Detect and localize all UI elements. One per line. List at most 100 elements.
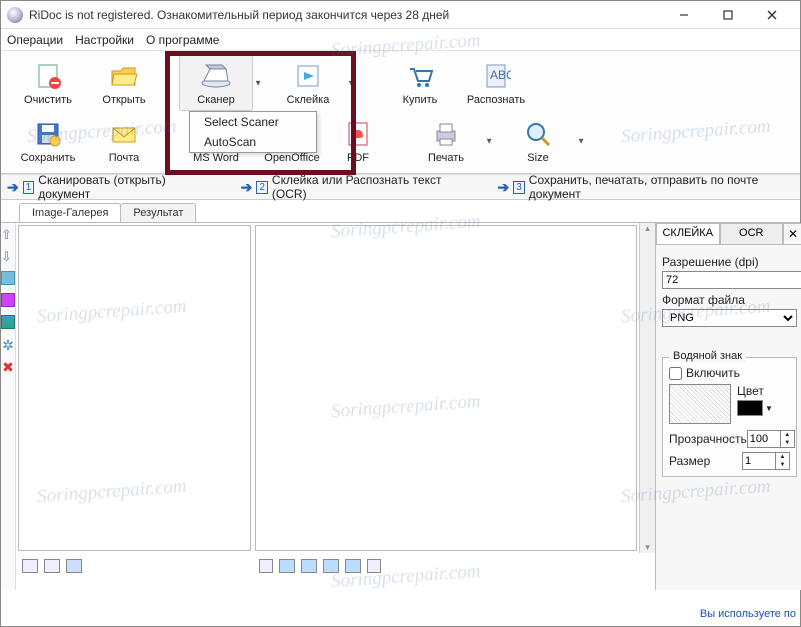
- nav-icon[interactable]: [345, 559, 361, 573]
- opacity-input[interactable]: [747, 430, 781, 448]
- close-button[interactable]: [750, 1, 794, 28]
- print-icon: [430, 118, 462, 150]
- watermark-pattern-preview[interactable]: [669, 384, 731, 424]
- close-pane-button[interactable]: ✕: [783, 223, 801, 244]
- magnifier-icon: [522, 118, 554, 150]
- cart-icon: [404, 60, 436, 92]
- pdf-label: PDF: [347, 152, 369, 164]
- format-select[interactable]: PNG: [662, 309, 797, 327]
- save-button[interactable]: Сохранить: [11, 113, 85, 169]
- nav-icon[interactable]: [279, 559, 295, 573]
- mail-icon: [108, 118, 140, 150]
- watermark-enable-checkbox[interactable]: [669, 367, 682, 380]
- right-pane: СКЛЕЙКА OCR ✕ Разрешение (dpi) … Формат …: [655, 223, 801, 590]
- chevron-down-icon[interactable]: ▼: [765, 404, 773, 413]
- save-label: Сохранить: [21, 152, 76, 164]
- clear-button[interactable]: Очистить: [11, 55, 85, 111]
- thumb-view-icon[interactable]: [66, 559, 82, 573]
- clear-label: Очистить: [24, 94, 72, 106]
- tool-icon[interactable]: [1, 315, 15, 329]
- stitch-button[interactable]: Склейка ▼: [271, 55, 345, 111]
- print-label: Печать: [428, 152, 464, 164]
- tool-icon[interactable]: [1, 293, 15, 307]
- opacity-spinner[interactable]: ▲▼: [781, 430, 795, 448]
- chevron-down-icon[interactable]: ▼: [163, 137, 171, 146]
- scanner-button[interactable]: Сканер ▼: [179, 55, 253, 111]
- open-button[interactable]: Открыть ▼: [87, 55, 161, 111]
- thumb-view-icon[interactable]: [44, 559, 60, 573]
- step-2-label: Склейка или Распознать текст (OCR): [272, 173, 465, 201]
- chevron-down-icon[interactable]: ▼: [485, 137, 493, 146]
- watermark-enable-label: Включить: [686, 366, 740, 380]
- arrow-right-icon: ➔: [241, 179, 253, 196]
- tab-gallery[interactable]: Image-Галерея: [19, 203, 121, 222]
- tab-result[interactable]: Результат: [120, 203, 196, 222]
- print-button[interactable]: Печать ▼: [409, 113, 483, 169]
- titlebar: RiDoc is not registered. Ознакомительный…: [1, 1, 800, 29]
- step-1: ➔ 1 Сканировать (открыть) документ: [7, 173, 208, 201]
- arrow-right-icon: ➔: [498, 179, 510, 196]
- menu-item-select-scanner[interactable]: Select Scaner: [190, 112, 316, 132]
- resolution-input[interactable]: [662, 271, 801, 289]
- gallery-panel[interactable]: [18, 225, 251, 551]
- window-title: RiDoc is not registered. Ознакомительный…: [29, 8, 662, 22]
- tool-icon[interactable]: [1, 271, 15, 285]
- preview-panel[interactable]: [255, 225, 637, 551]
- wm-size-label: Размер: [669, 454, 710, 468]
- main-tabs: Image-Галерея Результат: [1, 200, 800, 222]
- scrollbar[interactable]: ▴▾: [639, 223, 655, 553]
- toolbar: Очистить Открыть ▼ Сканер ▼ Склейка ▼ Ку…: [1, 51, 800, 174]
- size-button[interactable]: Size ▼: [501, 113, 575, 169]
- pdf-icon: [342, 118, 374, 150]
- opacity-label: Прозрачность: [669, 432, 747, 446]
- chevron-down-icon[interactable]: ▼: [347, 79, 355, 88]
- color-swatch[interactable]: [737, 400, 763, 416]
- scanner-label: Сканер: [197, 94, 234, 106]
- menu-about[interactable]: О программе: [146, 33, 219, 47]
- tab-ocr-settings[interactable]: OCR: [720, 223, 784, 244]
- nav-icon[interactable]: [259, 559, 273, 573]
- workarea: ⇧ ⇩ ✲ ✖ ▴▾ СКЛЕЙКА OCR: [1, 222, 800, 590]
- mail-label: Почта: [109, 152, 140, 164]
- step-number: 2: [256, 181, 268, 194]
- step-bar: ➔ 1 Сканировать (открыть) документ ➔ 2 С…: [1, 174, 800, 200]
- ocr-button[interactable]: ABC Распознать: [459, 55, 533, 111]
- step-number: 3: [513, 181, 525, 194]
- pdf-button[interactable]: PDF: [331, 113, 385, 169]
- delete-icon[interactable]: ✖: [1, 359, 15, 373]
- buy-button[interactable]: Купить: [383, 55, 457, 111]
- format-label: Формат файла: [662, 293, 797, 307]
- mail-button[interactable]: Почта ▼: [87, 113, 161, 169]
- nav-icon[interactable]: [367, 559, 381, 573]
- ocr-label: Распознать: [467, 94, 525, 106]
- save-icon: [32, 118, 64, 150]
- folder-open-icon: [108, 60, 140, 92]
- menu-settings[interactable]: Настройки: [75, 33, 134, 47]
- arrow-up-icon[interactable]: ⇧: [1, 227, 15, 241]
- left-column: [16, 223, 253, 590]
- document-clear-icon: [32, 60, 64, 92]
- svg-text:ABC: ABC: [490, 68, 511, 82]
- side-toolbar: ⇧ ⇩ ✲ ✖: [1, 223, 16, 590]
- thumb-view-icon[interactable]: [22, 559, 38, 573]
- menu-operations[interactable]: Операции: [7, 33, 63, 47]
- maximize-button[interactable]: [706, 1, 750, 28]
- step-3-label: Сохранить, печатать, отправить по почте …: [529, 173, 794, 201]
- nav-icon[interactable]: [323, 559, 339, 573]
- tab-stitch-settings[interactable]: СКЛЕЙКА: [656, 223, 720, 244]
- chevron-down-icon[interactable]: ▼: [163, 79, 171, 88]
- resolution-label: Разрешение (dpi): [662, 255, 797, 269]
- settings-icon[interactable]: ✲: [1, 337, 15, 351]
- nav-icon[interactable]: [301, 559, 317, 573]
- scanner-dropdown: Select Scaner AutoScan: [189, 111, 317, 153]
- chevron-down-icon[interactable]: ▼: [577, 137, 585, 146]
- wm-size-spinner[interactable]: ▲▼: [776, 452, 790, 470]
- wm-size-input[interactable]: [742, 452, 776, 470]
- watermark-group: Водяной знак Включить Цвет ▼: [662, 357, 797, 477]
- minimize-button[interactable]: [662, 1, 706, 28]
- arrow-down-icon[interactable]: ⇩: [1, 249, 15, 263]
- color-label: Цвет: [737, 384, 773, 398]
- chevron-down-icon[interactable]: ▼: [254, 79, 262, 88]
- openoffice-label: OpenOffice: [264, 152, 319, 164]
- menu-item-autoscan[interactable]: AutoScan: [190, 132, 316, 152]
